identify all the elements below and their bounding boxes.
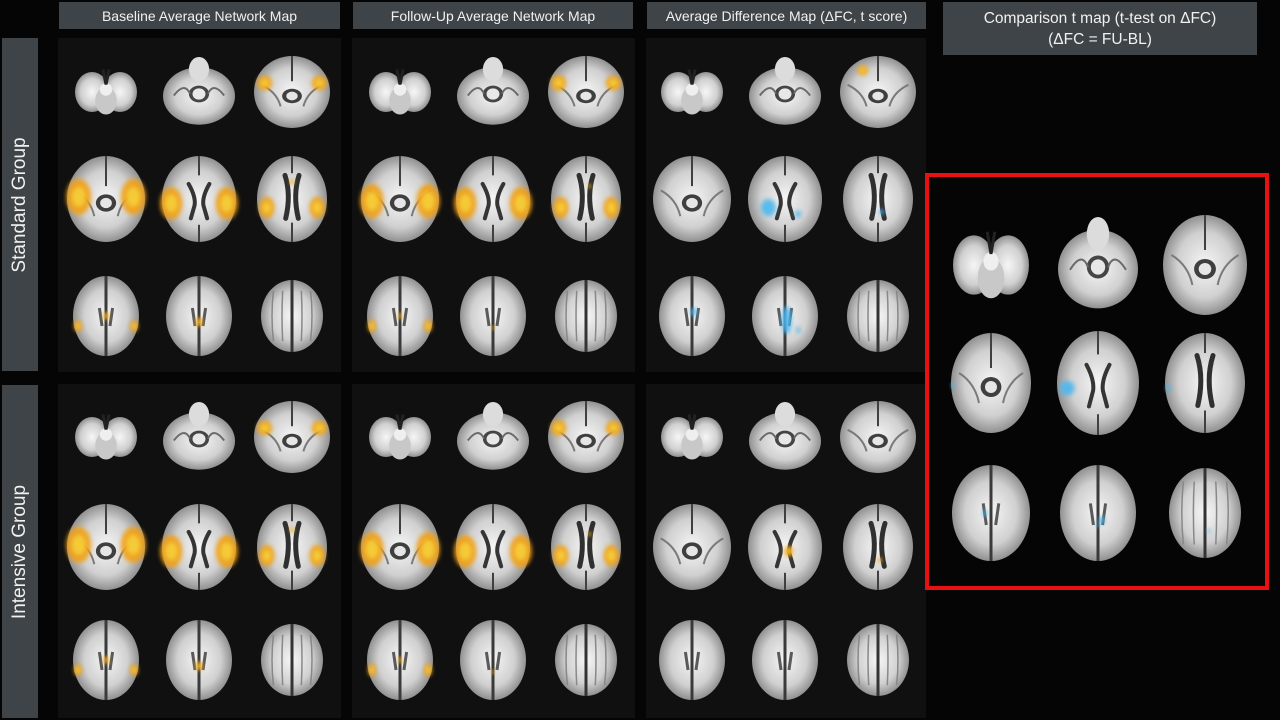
brain-slice-intensive-baseline-4	[56, 497, 156, 597]
brain-slice-standard-follow-up-4	[350, 149, 450, 249]
brain-slice-standard-baseline-1	[56, 42, 156, 142]
brain-slice-standard-difference-2	[735, 42, 835, 142]
brain-slice-intensive-follow-up-7	[350, 610, 450, 710]
comparison-subtitle: (ΔFC = FU-BL)	[1048, 30, 1152, 48]
brain-slice-standard-baseline-3	[242, 42, 342, 142]
brain-slice-standard-follow-up-2	[443, 42, 543, 142]
brain-slice-standard-follow-up-8	[443, 266, 543, 366]
brain-slice-intensive-follow-up-2	[443, 387, 543, 487]
brain-slice-standard-baseline-8	[149, 266, 249, 366]
brain-slice-comparison-9	[1155, 463, 1255, 563]
brain-slice-standard-follow-up-5	[443, 149, 543, 249]
header-comparison: Comparison t map (t-test on ΔFC) (ΔFC = …	[943, 2, 1257, 55]
brain-slice-intensive-follow-up-1	[350, 387, 450, 487]
brain-slice-intensive-follow-up-4	[350, 497, 450, 597]
brain-slice-standard-baseline-5	[149, 149, 249, 249]
brain-slice-intensive-difference-1	[642, 387, 742, 487]
header-difference: Average Difference Map (ΔFC, t score)	[647, 2, 926, 29]
brain-slice-intensive-difference-3	[828, 387, 928, 487]
comparison-title: Comparison t map (t-test on ΔFC)	[983, 9, 1217, 27]
header-baseline: Baseline Average Network Map	[59, 2, 340, 29]
brain-slice-standard-follow-up-9	[536, 266, 636, 366]
brain-slice-comparison-4	[941, 333, 1041, 433]
brain-slice-standard-difference-3	[828, 42, 928, 142]
brain-slice-intensive-difference-9	[828, 610, 928, 710]
brain-slice-intensive-baseline-8	[149, 610, 249, 710]
row-label-intensive: Intensive Group	[2, 385, 38, 718]
brain-slice-comparison-8	[1048, 463, 1148, 563]
brain-slice-intensive-baseline-9	[242, 610, 342, 710]
brain-slice-intensive-follow-up-3	[536, 387, 636, 487]
brain-slice-intensive-follow-up-9	[536, 610, 636, 710]
brain-slice-intensive-baseline-5	[149, 497, 249, 597]
brain-slice-standard-follow-up-3	[536, 42, 636, 142]
brain-slice-standard-difference-4	[642, 149, 742, 249]
brain-slice-comparison-7	[941, 463, 1041, 563]
brain-slice-standard-difference-5	[735, 149, 835, 249]
brain-slice-standard-difference-9	[828, 266, 928, 366]
brain-slice-standard-difference-8	[735, 266, 835, 366]
brain-slice-standard-baseline-2	[149, 42, 249, 142]
brain-slice-standard-follow-up-6	[536, 149, 636, 249]
brain-slice-standard-follow-up-7	[350, 266, 450, 366]
brain-slice-comparison-5	[1048, 331, 1148, 435]
brain-slice-standard-baseline-7	[56, 266, 156, 366]
brain-slice-intensive-difference-7	[642, 610, 742, 710]
brain-slice-standard-difference-1	[642, 42, 742, 142]
row-label-intensive-text: Intensive Group	[9, 484, 30, 619]
brain-slice-comparison-2	[1048, 215, 1148, 315]
brain-slice-standard-follow-up-1	[350, 42, 450, 142]
header-follow-up: Follow-Up Average Network Map	[353, 2, 633, 29]
brain-slice-intensive-baseline-7	[56, 610, 156, 710]
brain-slice-intensive-difference-6	[828, 497, 928, 597]
brain-slice-standard-difference-7	[642, 266, 742, 366]
brain-slice-intensive-baseline-3	[242, 387, 342, 487]
brain-slice-standard-baseline-4	[56, 149, 156, 249]
brain-slice-intensive-baseline-6	[242, 497, 342, 597]
brain-slice-standard-baseline-9	[242, 266, 342, 366]
brain-slice-intensive-difference-8	[735, 610, 835, 710]
brain-slice-intensive-follow-up-8	[443, 610, 543, 710]
brain-slice-intensive-follow-up-6	[536, 497, 636, 597]
brain-slice-comparison-3	[1155, 215, 1255, 315]
brain-slice-intensive-difference-5	[735, 497, 835, 597]
brain-slice-intensive-difference-2	[735, 387, 835, 487]
brain-slice-intensive-follow-up-5	[443, 497, 543, 597]
brain-slice-standard-baseline-6	[242, 149, 342, 249]
brain-slice-comparison-6	[1155, 333, 1255, 433]
brain-slice-standard-difference-6	[828, 149, 928, 249]
brain-slice-intensive-baseline-1	[56, 387, 156, 487]
row-label-standard-text: Standard Group	[9, 136, 30, 273]
brain-slice-comparison-1	[941, 215, 1041, 315]
row-label-standard: Standard Group	[2, 38, 38, 371]
brain-slice-intensive-difference-4	[642, 497, 742, 597]
brain-slice-intensive-baseline-2	[149, 387, 249, 487]
